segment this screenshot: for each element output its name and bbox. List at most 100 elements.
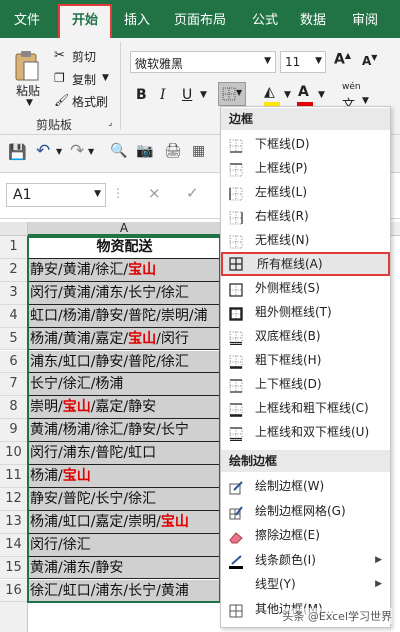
menu-item-border[interactable]: 右框线(R) [221, 204, 390, 228]
menu-item-border[interactable]: 无框线(N) [221, 228, 390, 252]
tab-review[interactable]: 审阅 [352, 9, 378, 28]
row-header[interactable]: 1 [0, 236, 28, 259]
menu-section-borders: 边框 [221, 108, 390, 130]
borders-button[interactable]: ▼ [218, 82, 246, 106]
header-cell[interactable]: 物资配送 [28, 236, 220, 259]
formula-bar-menu-icon[interactable]: ⋮ [112, 186, 124, 200]
font-color-icon[interactable]: A [298, 84, 309, 100]
menu-item-border[interactable]: 外侧框线(S) [221, 276, 390, 300]
row-header[interactable]: 11 [0, 465, 28, 488]
row-header[interactable]: 13 [0, 510, 28, 534]
cut-button[interactable]: 剪切 [72, 48, 96, 65]
row-header[interactable]: 16 [0, 579, 28, 603]
save-icon[interactable]: 💾 [8, 143, 27, 161]
table-row[interactable]: 虹口/杨浦/静安/普陀/崇明/浦 [28, 304, 220, 328]
row-header[interactable]: 2 [0, 258, 28, 282]
dialog-launcher-icon[interactable]: ⌟ [108, 118, 112, 128]
row-header[interactable]: 15 [0, 556, 28, 580]
menu-item-border[interactable]: 粗下框线(H) [221, 348, 390, 372]
table-row[interactable]: 徐汇/虹口/浦东/长宁/黄浦 [28, 579, 220, 603]
enter-icon[interactable]: ✓ [186, 184, 199, 202]
tab-data[interactable]: 数据 [300, 9, 326, 28]
table-row[interactable]: 闵行/徐汇 [28, 533, 220, 557]
column-header-a[interactable]: A [28, 222, 220, 236]
row-header[interactable]: 3 [0, 281, 28, 305]
chevron-down-icon[interactable]: ▼ [284, 90, 291, 100]
all-borders-icon [229, 257, 243, 271]
tab-formulas[interactable]: 公式 [252, 9, 278, 28]
paste-icon[interactable] [14, 50, 40, 82]
chevron-down-icon[interactable]: ▼ [200, 90, 207, 100]
row-header[interactable]: 9 [0, 419, 28, 443]
italic-button[interactable]: I [160, 87, 166, 103]
row-header[interactable]: 5 [0, 327, 28, 351]
table-row[interactable]: 黄浦/浦东/静安 [28, 556, 220, 580]
cell-text: 崇明/ [30, 399, 63, 416]
font-size-select[interactable]: 11 ▼ [280, 51, 326, 73]
row-header[interactable]: 8 [0, 396, 28, 420]
table-row[interactable]: 杨浦/宝山 [28, 465, 220, 488]
select-all-corner[interactable] [0, 222, 28, 236]
row-header[interactable]: 12 [0, 487, 28, 511]
print-preview-icon[interactable]: 🔍 [110, 143, 127, 159]
chevron-down-icon[interactable]: ▼ [318, 90, 325, 100]
paste-dropdown-icon[interactable]: ▼ [26, 98, 33, 108]
chevron-down-icon[interactable]: ▼ [88, 147, 94, 156]
phonetic-button[interactable]: wén [342, 82, 361, 92]
table-row[interactable]: 静安/普陀/长宁/徐汇 [28, 487, 220, 511]
table-row[interactable]: 浦东/虹口/静安/普陀/徐汇 [28, 350, 220, 374]
copy-dropdown-icon[interactable]: ▼ [102, 73, 109, 83]
menu-item-border[interactable]: 上框线和粗下框线(C) [221, 396, 390, 420]
font-name-select[interactable]: 微软雅黑 ▼ [130, 51, 276, 73]
grid-icon[interactable]: ▦ [192, 143, 205, 159]
menu-item-draw-border[interactable]: 线型(Y) ▶ [221, 572, 390, 596]
table-row[interactable]: 闵行/黄浦/浦东/长宁/徐汇 [28, 281, 220, 305]
undo-icon[interactable]: ↶ [36, 141, 50, 161]
cell-text: 杨浦/ [30, 468, 63, 484]
chevron-down-icon[interactable]: ▼ [56, 147, 62, 156]
menu-item-border[interactable]: 双底框线(B) [221, 324, 390, 348]
row-header[interactable]: 4 [0, 304, 28, 328]
menu-item-border[interactable]: 上下框线(D) [221, 372, 390, 396]
table-row[interactable]: 静安/黄浦/徐汇/宝山 [28, 258, 220, 282]
row-header[interactable]: 10 [0, 442, 28, 465]
row-header[interactable]: 7 [0, 373, 28, 397]
menu-item-draw-border[interactable]: 擦除边框(E) [221, 523, 390, 547]
tab-page-layout[interactable]: 页面布局 [174, 9, 226, 28]
menu-item-border[interactable]: 下框线(D) [221, 132, 390, 156]
table-row[interactable]: 闵行/浦东/普陀/虹口 [28, 442, 220, 465]
menu-item-draw-border[interactable]: 线条颜色(I) ▶ [221, 548, 390, 572]
camera-icon[interactable]: 📷 [136, 143, 153, 159]
bold-button[interactable]: B [136, 87, 147, 103]
tab-file[interactable]: 文件 [14, 9, 40, 28]
menu-item-border[interactable]: 上框线和双下框线(U) [221, 420, 390, 444]
format-painter-button[interactable]: 格式刷 [72, 93, 108, 110]
tab-insert[interactable]: 插入 [124, 9, 150, 28]
redo-icon[interactable]: ↷ [70, 141, 84, 161]
table-row[interactable]: 黄浦/杨浦/徐汇/静安/长宁 [28, 419, 220, 443]
table-row[interactable]: 杨浦/虹口/嘉定/崇明/宝山 [28, 510, 220, 534]
underline-button[interactable]: U [182, 87, 192, 103]
table-row[interactable]: 长宁/徐汇/杨浦 [28, 373, 220, 397]
row-header[interactable]: 6 [0, 350, 28, 374]
menu-item-border[interactable]: 所有框线(A) [221, 252, 390, 276]
row-header[interactable]: 14 [0, 533, 28, 557]
table-row[interactable]: 杨浦/黄浦/嘉定/宝山/闵行 [28, 327, 220, 351]
menu-item-label: 所有框线(A) [257, 257, 323, 271]
menu-item-border[interactable]: 左框线(L) [221, 180, 390, 204]
menu-item-border[interactable]: 粗外侧框线(T) [221, 300, 390, 324]
decrease-font-icon[interactable]: A▼ [362, 53, 377, 68]
tab-home[interactable]: 开始 [58, 4, 112, 38]
menu-item-draw-border[interactable]: 绘制边框网格(G) [221, 499, 390, 523]
cancel-icon[interactable]: × [148, 184, 161, 202]
print-icon[interactable]: 🖨 [164, 143, 182, 159]
fill-color-icon[interactable]: ◭ [264, 84, 275, 100]
name-box[interactable]: A1 ▼ [6, 183, 106, 207]
chevron-down-icon[interactable]: ▼ [362, 96, 369, 106]
table-row[interactable]: 崇明/宝山/嘉定/静安 [28, 396, 220, 420]
increase-font-icon[interactable]: A▲ [334, 51, 351, 68]
paste-label[interactable]: 粘贴 [16, 82, 40, 99]
menu-item-border[interactable]: 上框线(P) [221, 156, 390, 180]
copy-button[interactable]: 复制 [72, 71, 96, 88]
menu-item-draw-border[interactable]: 绘制边框(W) [221, 474, 390, 498]
